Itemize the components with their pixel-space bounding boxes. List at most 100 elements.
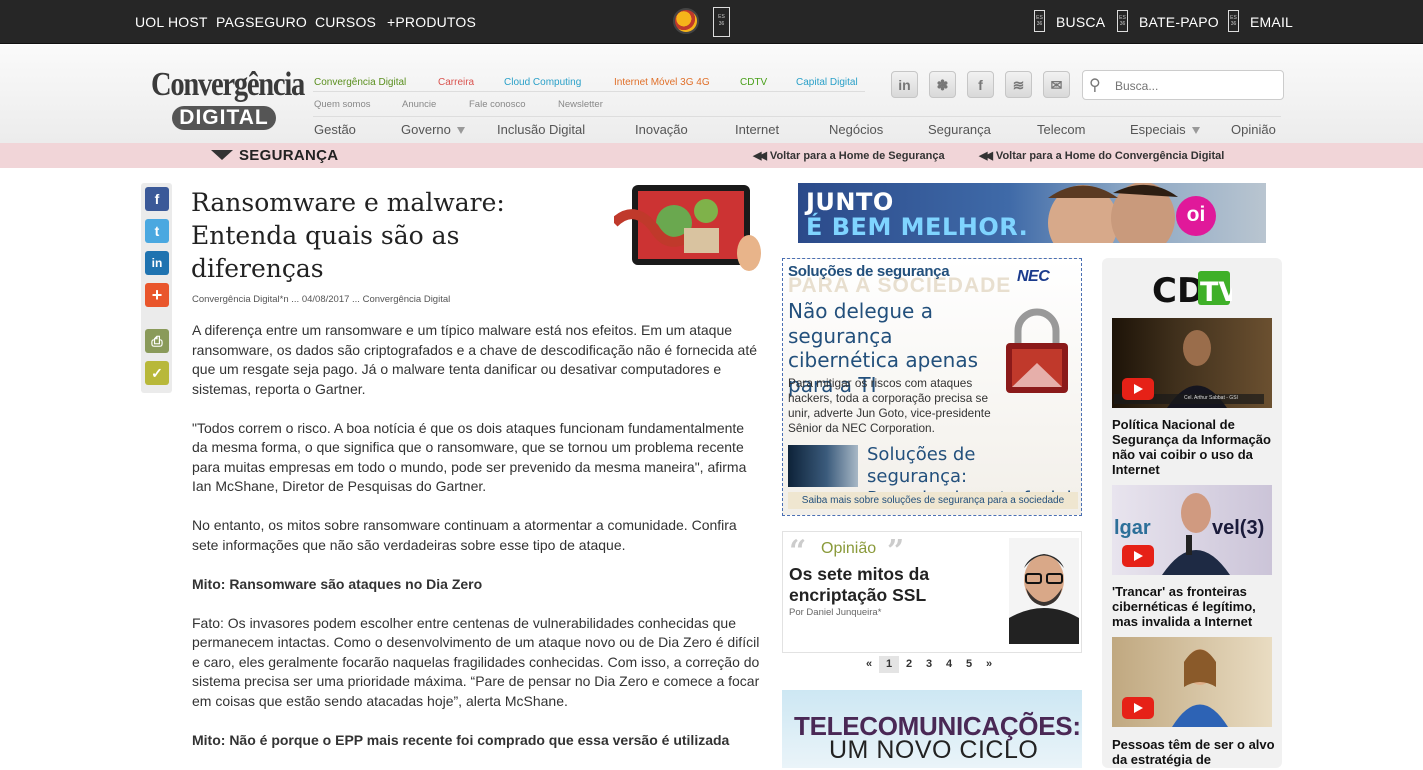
search-box: ⚲ — [1082, 70, 1284, 100]
cdtv-logo-cd: CD — [1152, 271, 1205, 308]
busca-icon: ES 36 — [1034, 10, 1045, 32]
more-share-icon[interactable]: + — [145, 283, 169, 307]
sublink-cdtv[interactable]: CDTV — [740, 77, 767, 88]
video-title-1[interactable]: Política Nacional de Segurança da Inform… — [1112, 417, 1277, 477]
nav-governo[interactable]: Governo — [401, 122, 465, 137]
article-paragraph: Fato: Os invasores podem escolher entre … — [192, 614, 760, 709]
nav-governo-label: Governo — [401, 122, 451, 137]
video-thumb-3[interactable] — [1112, 637, 1272, 727]
next-page-button[interactable]: » — [979, 656, 999, 673]
video-title-2[interactable]: 'Trancar' as fronteiras cibernéticas é l… — [1112, 584, 1277, 629]
nav-negocios[interactable]: Negócios — [829, 122, 883, 137]
opiniao-box[interactable]: “ Opinião ” Os sete mitos da encriptação… — [782, 531, 1082, 653]
newsletter-link[interactable]: Newsletter — [558, 99, 603, 110]
nav-telecom[interactable]: Telecom — [1037, 122, 1085, 137]
nav-opiniao[interactable]: Opinião — [1231, 122, 1276, 137]
chevron-down-icon — [1191, 127, 1200, 135]
double-chevron-left-icon: ◀◀ — [753, 150, 767, 162]
rss-icon[interactable]: ≋ — [1005, 71, 1032, 98]
quem-somos-link[interactable]: Quem somos — [314, 99, 371, 110]
page-4-button[interactable]: 4 — [939, 656, 959, 673]
nav-internet[interactable]: Internet — [735, 122, 779, 137]
play-icon[interactable] — [1122, 545, 1154, 567]
uol-top-bar: UOL HOST PAGSEGURO CURSOS +PRODUTOS ES 36… — [0, 0, 1423, 44]
pagseguro-link[interactable]: PAGSEGURO — [216, 14, 307, 30]
video-overlay-2b: vel(3) — [1212, 517, 1265, 539]
video-title-3[interactable]: Pessoas têm de ser o alvo da estratégia … — [1112, 737, 1277, 767]
section-bar: SEGURANÇA ◀◀ Voltar para a Home de Segura… — [0, 143, 1423, 168]
video-overlay-2: lgar — [1114, 517, 1151, 539]
nav-inovacao[interactable]: Inovação — [635, 122, 688, 137]
bate-papo-link[interactable]: BATE-PAPO — [1139, 14, 1219, 30]
page-1-button[interactable]: 1 — [879, 656, 899, 673]
search-icon[interactable]: ⚲ — [1089, 75, 1101, 95]
uol-logo-icon[interactable] — [673, 8, 699, 34]
page-5-button[interactable]: 5 — [959, 656, 979, 673]
back-home-convergencia-link[interactable]: ◀◀ Voltar para a Home do Convergência Dig… — [979, 149, 1224, 162]
facebook-share-icon[interactable]: f — [145, 187, 169, 211]
sublink-convergencia[interactable]: Convergência Digital — [314, 77, 406, 88]
video-thumb-2[interactable]: lgar vel(3) — [1112, 485, 1272, 575]
double-chevron-left-icon: ◀◀ — [979, 150, 993, 162]
nec-summary: Para mitigar os riscos com ataques hacke… — [788, 376, 991, 435]
page-2-button[interactable]: 2 — [899, 656, 919, 673]
search-input[interactable] — [1115, 77, 1275, 95]
logo-line2: DIGITAL — [172, 106, 276, 130]
cursos-link[interactable]: CURSOS — [315, 14, 376, 30]
nec-footer-link[interactable]: Saiba mais sobre soluções de segurança p… — [788, 492, 1078, 509]
triangle-down-icon — [211, 150, 233, 160]
back-home-seguranca-link[interactable]: ◀◀ Voltar para a Home de Segurança — [753, 149, 945, 162]
sublink-capital-digital[interactable]: Capital Digital — [796, 77, 858, 88]
opiniao-headline[interactable]: Os sete mitos da encriptação SSL — [789, 564, 979, 605]
play-icon[interactable] — [1122, 697, 1154, 719]
back-home-convergencia-label: Voltar para a Home do Convergência Digit… — [995, 150, 1225, 162]
prev-page-button[interactable]: « — [859, 656, 879, 673]
nav-especiais[interactable]: Especiais — [1130, 122, 1200, 137]
sublink-internet-movel[interactable]: Internet Móvel 3G 4G — [614, 77, 710, 88]
pagination: «1 2 3 4 5» — [859, 656, 999, 673]
video-caption-1: Cel. Arthur Sabbat - GSI — [1184, 395, 1238, 401]
save-icon[interactable]: ✓ — [145, 361, 169, 385]
linkedin-icon[interactable]: in — [891, 71, 918, 98]
nav-inclusao-digital[interactable]: Inclusão Digital — [497, 122, 585, 137]
author-photo — [1009, 538, 1079, 644]
twitter-share-icon[interactable]: t — [145, 219, 169, 243]
email-link[interactable]: EMAIL — [1250, 14, 1293, 30]
article-subheading: Mito: Ransomware são ataques no Dia Zero — [192, 575, 483, 592]
sublink-carreira[interactable]: Carreira — [438, 77, 474, 88]
site-header: Convergência DIGITAL Convergência Digita… — [0, 45, 1423, 143]
article-paragraph: No entanto, os mitos sobre ransomware co… — [192, 517, 737, 553]
share-sidebar: f t in + ⎙ ✓ — [141, 183, 172, 393]
uol-square-icon: ES 36 — [713, 7, 730, 37]
nav-seguranca[interactable]: Segurança — [928, 122, 991, 137]
email-icon[interactable]: ✉ — [1043, 71, 1070, 98]
oi-logo: oi — [1176, 196, 1216, 236]
video-thumb-1[interactable]: Cel. Arthur Sabbat - GSI — [1112, 318, 1272, 408]
busca-link[interactable]: BUSCA — [1056, 14, 1105, 30]
play-icon[interactable] — [1122, 378, 1154, 400]
cdtv-logo[interactable]: CD TV — [1152, 268, 1239, 311]
oi-banner-ad[interactable]: JUNTO É BEM MELHOR. oi — [798, 183, 1266, 243]
page-3-button[interactable]: 3 — [919, 656, 939, 673]
fale-conosco-link[interactable]: Fale conosco — [469, 99, 526, 110]
uol-host-link[interactable]: UOL HOST — [135, 14, 208, 30]
bate-papo-icon: ES 36 — [1117, 10, 1128, 32]
ad-line2: É BEM MELHOR. — [806, 213, 1029, 241]
nav-gestao[interactable]: Gestão — [314, 122, 356, 137]
twitter-icon[interactable]: ✽ — [929, 71, 956, 98]
facial-recognition-thumb[interactable] — [788, 445, 858, 487]
article-meta: Convergência Digital*n ... 04/08/2017 ..… — [192, 294, 451, 305]
nec-sponsored-box[interactable]: PARA A SOCIEDADE Soluções de segurança N… — [782, 258, 1082, 516]
convergencia-digital-logo[interactable]: Convergência DIGITAL — [151, 66, 305, 133]
telecom-ad[interactable]: TELECOMUNICAÇÕES: UM NOVO CICLO — [782, 690, 1082, 768]
nec-logo: NEC — [1017, 268, 1050, 285]
ad-photo — [1048, 183, 1178, 243]
section-title[interactable]: SEGURANÇA — [239, 147, 338, 164]
linkedin-share-icon[interactable]: in — [145, 251, 169, 275]
sublink-cloud[interactable]: Cloud Computing — [504, 77, 581, 88]
print-icon[interactable]: ⎙ — [145, 329, 169, 353]
produtos-link[interactable]: +PRODUTOS — [387, 14, 476, 30]
facebook-icon[interactable]: f — [967, 71, 994, 98]
anuncie-link[interactable]: Anuncie — [402, 99, 436, 110]
logo-line1: Convergência — [151, 66, 305, 103]
